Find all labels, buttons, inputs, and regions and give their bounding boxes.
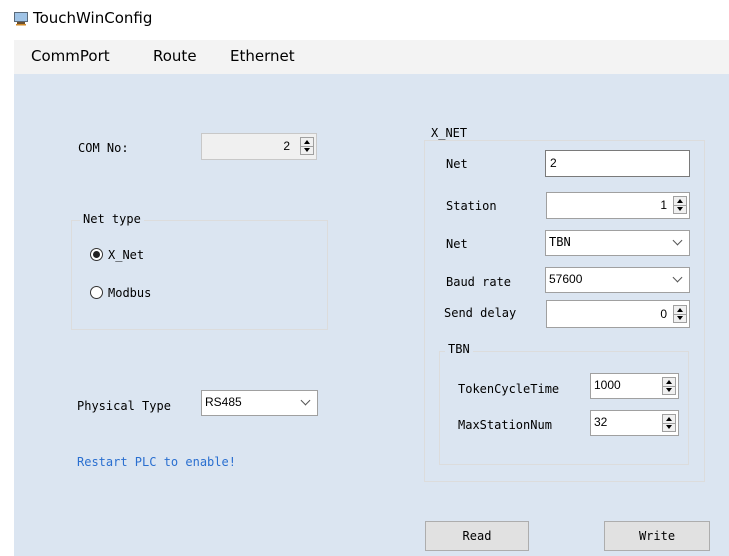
baud-rate-value: 57600 [549, 272, 583, 286]
window-title: TouchWinConfig [33, 9, 153, 27]
tbn-group [439, 351, 689, 465]
radio-xnet[interactable] [90, 248, 103, 261]
max-station-num-value: 32 [594, 415, 608, 429]
xnet-legend: X_NET [428, 126, 471, 140]
station-value: 1 [660, 198, 667, 212]
chevron-down-icon [300, 395, 311, 406]
token-cycle-time-spinbox[interactable]: 1000 [590, 373, 679, 399]
write-button[interactable]: Write [604, 521, 710, 551]
com-no-spin-buttons[interactable] [300, 137, 314, 155]
commport-panel: COM No: 2 Net type X_Net Modbus Physical… [14, 74, 729, 556]
net-input-value: 2 [550, 156, 557, 170]
net-type-group [71, 220, 328, 330]
net-input[interactable]: 2 [545, 150, 690, 177]
physical-type-value: RS485 [205, 395, 242, 409]
physical-type-label: Physical Type [77, 399, 171, 413]
send-delay-value: 0 [660, 307, 667, 321]
station-label: Station [446, 199, 497, 213]
com-no-label: COM No: [78, 141, 129, 155]
menu-route[interactable]: Route [153, 47, 197, 65]
token-cycle-time-label: TokenCycleTime [458, 382, 560, 396]
token-spin-buttons[interactable] [662, 377, 676, 395]
station-spinbox[interactable]: 1 [546, 192, 690, 219]
send-delay-spinbox[interactable]: 0 [546, 300, 690, 328]
station-spin-buttons[interactable] [673, 196, 687, 214]
read-button[interactable]: Read [425, 521, 529, 551]
physical-type-select[interactable]: RS485 [201, 390, 318, 416]
max-station-num-label: MaxStationNum [458, 418, 552, 432]
send-delay-spin-buttons[interactable] [673, 305, 687, 323]
com-no-value: 2 [283, 139, 290, 153]
spin-down-icon[interactable] [301, 146, 313, 154]
app-icon [14, 12, 28, 26]
title-bar: TouchWinConfig [0, 0, 729, 38]
chevron-down-icon [672, 272, 683, 283]
radio-selected-dot [93, 251, 100, 258]
net-label: Net [446, 157, 468, 171]
menu-commport[interactable]: CommPort [31, 47, 110, 65]
baud-rate-select[interactable]: 57600 [545, 267, 690, 293]
spin-down-icon[interactable] [674, 314, 686, 322]
baud-rate-label: Baud rate [446, 275, 512, 289]
tbn-legend: TBN [445, 342, 473, 356]
token-cycle-time-value: 1000 [594, 378, 621, 392]
menu-ethernet[interactable]: Ethernet [230, 47, 295, 65]
spin-down-icon[interactable] [663, 386, 675, 394]
radio-modbus-label[interactable]: Modbus [108, 286, 151, 300]
radio-xnet-label[interactable]: X_Net [108, 248, 144, 262]
max-station-num-spinbox[interactable]: 32 [590, 410, 679, 436]
net-type-select[interactable]: TBN [545, 230, 690, 256]
radio-modbus[interactable] [90, 286, 103, 299]
net-type-value: TBN [549, 235, 571, 249]
menu-bar: CommPort Route Ethernet [14, 40, 729, 74]
com-no-spinbox[interactable]: 2 [201, 133, 317, 160]
net-type-legend: Net type [80, 212, 144, 226]
maxstation-spin-buttons[interactable] [662, 414, 676, 432]
spin-down-icon[interactable] [663, 423, 675, 431]
chevron-down-icon [672, 235, 683, 246]
restart-note: Restart PLC to enable! [77, 455, 236, 469]
spin-down-icon[interactable] [674, 205, 686, 213]
net-type-label: Net [446, 237, 468, 251]
send-delay-label: Send delay [444, 306, 517, 320]
